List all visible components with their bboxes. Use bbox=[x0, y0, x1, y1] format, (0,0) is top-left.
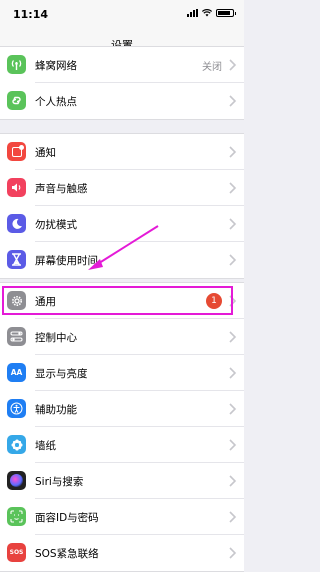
row-label: 辅助功能 bbox=[35, 404, 77, 416]
settings-group-notifications: 通知 声音与触感 勿扰模式 屏幕使用时间 bbox=[0, 133, 244, 279]
row-label: 通知 bbox=[35, 147, 56, 159]
display-icon: AA bbox=[7, 363, 26, 382]
row-label: 屏幕使用时间 bbox=[35, 255, 98, 267]
row-label: 墙纸 bbox=[35, 440, 56, 452]
chevron-right-icon bbox=[229, 547, 237, 559]
chevron-right-icon bbox=[229, 439, 237, 451]
row-screen-time[interactable]: 屏幕使用时间 bbox=[0, 242, 244, 278]
chevron-right-icon bbox=[229, 475, 237, 487]
notification-badge: 1 bbox=[206, 293, 222, 309]
row-accessibility[interactable]: 辅助功能 bbox=[0, 391, 244, 427]
chevron-right-icon bbox=[229, 295, 237, 307]
chevron-right-icon bbox=[229, 95, 237, 107]
row-wallpaper[interactable]: 墙纸 bbox=[0, 427, 244, 463]
row-label: 个人热点 bbox=[35, 96, 77, 108]
settings-group-general: 通用 1 控制中心 AA 显示与亮度 辅助功能 墙纸 Siri与搜索 面容ID与… bbox=[0, 282, 244, 572]
chevron-right-icon bbox=[229, 511, 237, 523]
row-emergency-sos[interactable]: SOS SOS紧急联络 bbox=[0, 535, 244, 571]
moon-icon bbox=[7, 214, 26, 233]
row-sounds[interactable]: 声音与触感 bbox=[0, 170, 244, 206]
row-hotspot[interactable]: 个人热点 bbox=[0, 83, 244, 119]
siri-icon bbox=[7, 471, 26, 490]
chevron-right-icon bbox=[229, 146, 237, 158]
row-siri-search[interactable]: Siri与搜索 bbox=[0, 463, 244, 499]
row-label: 蜂窝网络 bbox=[35, 60, 77, 72]
chevron-right-icon bbox=[229, 218, 237, 230]
wallpaper-icon bbox=[7, 435, 26, 454]
row-cellular[interactable]: 蜂窝网络 关闭 bbox=[0, 47, 244, 83]
hourglass-icon bbox=[7, 250, 26, 269]
row-display-brightness[interactable]: AA 显示与亮度 bbox=[0, 355, 244, 391]
face-id-icon bbox=[7, 507, 26, 526]
row-label: 面容ID与密码 bbox=[35, 512, 99, 524]
status-time: 11:14 bbox=[13, 8, 49, 21]
sos-icon-text: SOS bbox=[9, 549, 24, 556]
row-face-id-passcode[interactable]: 面容ID与密码 bbox=[0, 499, 244, 535]
row-general[interactable]: 通用 1 bbox=[0, 283, 244, 319]
chevron-right-icon bbox=[229, 403, 237, 415]
wifi-icon bbox=[202, 9, 212, 17]
chevron-right-icon bbox=[229, 331, 237, 343]
settings-group-network: 蜂窝网络 关闭 个人热点 bbox=[0, 46, 244, 120]
row-label: 控制中心 bbox=[35, 332, 77, 344]
hotspot-icon bbox=[7, 91, 26, 110]
display-icon-text: AA bbox=[10, 368, 23, 377]
row-control-center[interactable]: 控制中心 bbox=[0, 319, 244, 355]
sos-icon: SOS bbox=[7, 543, 26, 562]
battery-icon bbox=[216, 9, 236, 17]
row-label: 声音与触感 bbox=[35, 183, 88, 195]
row-label: Siri与搜索 bbox=[35, 476, 84, 488]
row-label: 显示与亮度 bbox=[35, 368, 88, 380]
gear-icon bbox=[7, 291, 26, 310]
control-center-icon bbox=[7, 327, 26, 346]
status-bar: 11:14 bbox=[0, 0, 244, 26]
status-icons bbox=[187, 9, 236, 17]
chevron-right-icon bbox=[229, 367, 237, 379]
row-label: SOS紧急联络 bbox=[35, 548, 99, 560]
chevron-right-icon bbox=[229, 59, 237, 71]
chevron-right-icon bbox=[229, 182, 237, 194]
row-detail: 关闭 bbox=[202, 62, 222, 73]
row-label: 通用 bbox=[35, 296, 56, 308]
row-label: 勿扰模式 bbox=[35, 219, 77, 231]
accessibility-icon bbox=[7, 399, 26, 418]
row-do-not-disturb[interactable]: 勿扰模式 bbox=[0, 206, 244, 242]
chevron-right-icon bbox=[229, 254, 237, 266]
sounds-icon bbox=[7, 178, 26, 197]
notifications-icon bbox=[7, 142, 26, 161]
row-notifications[interactable]: 通知 bbox=[0, 134, 244, 170]
cellular-icon bbox=[7, 55, 26, 74]
signal-icon bbox=[187, 9, 198, 17]
